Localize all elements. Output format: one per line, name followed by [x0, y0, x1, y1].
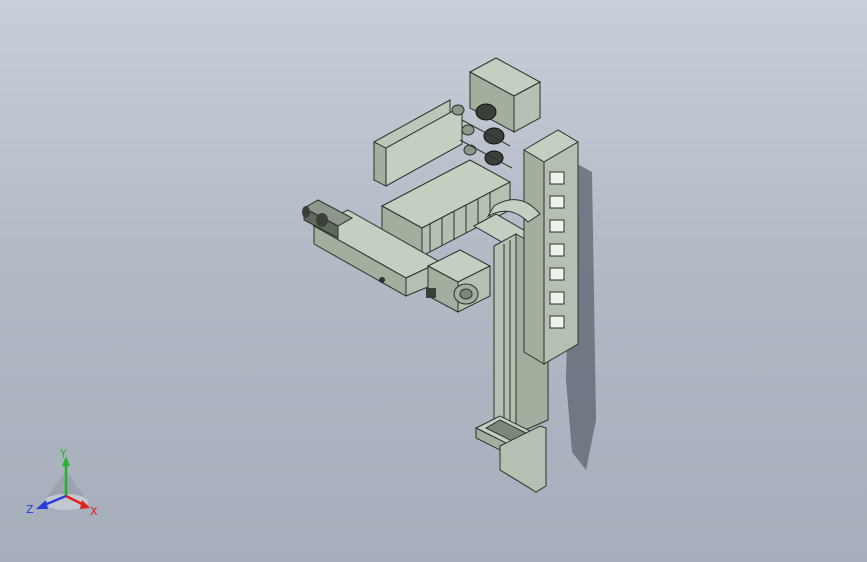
top-motor-block[interactable] [468, 57, 542, 133]
cad-model-assembly[interactable] [0, 0, 867, 562]
guide-rack[interactable] [523, 129, 579, 365]
axis-label-z: Z [26, 503, 34, 516]
graphics-viewport[interactable]: Y X Z [0, 0, 867, 562]
axis-label-x: X [90, 505, 98, 518]
orientation-triad[interactable]: Y X Z [22, 448, 112, 528]
axis-label-y: Y [60, 447, 67, 460]
